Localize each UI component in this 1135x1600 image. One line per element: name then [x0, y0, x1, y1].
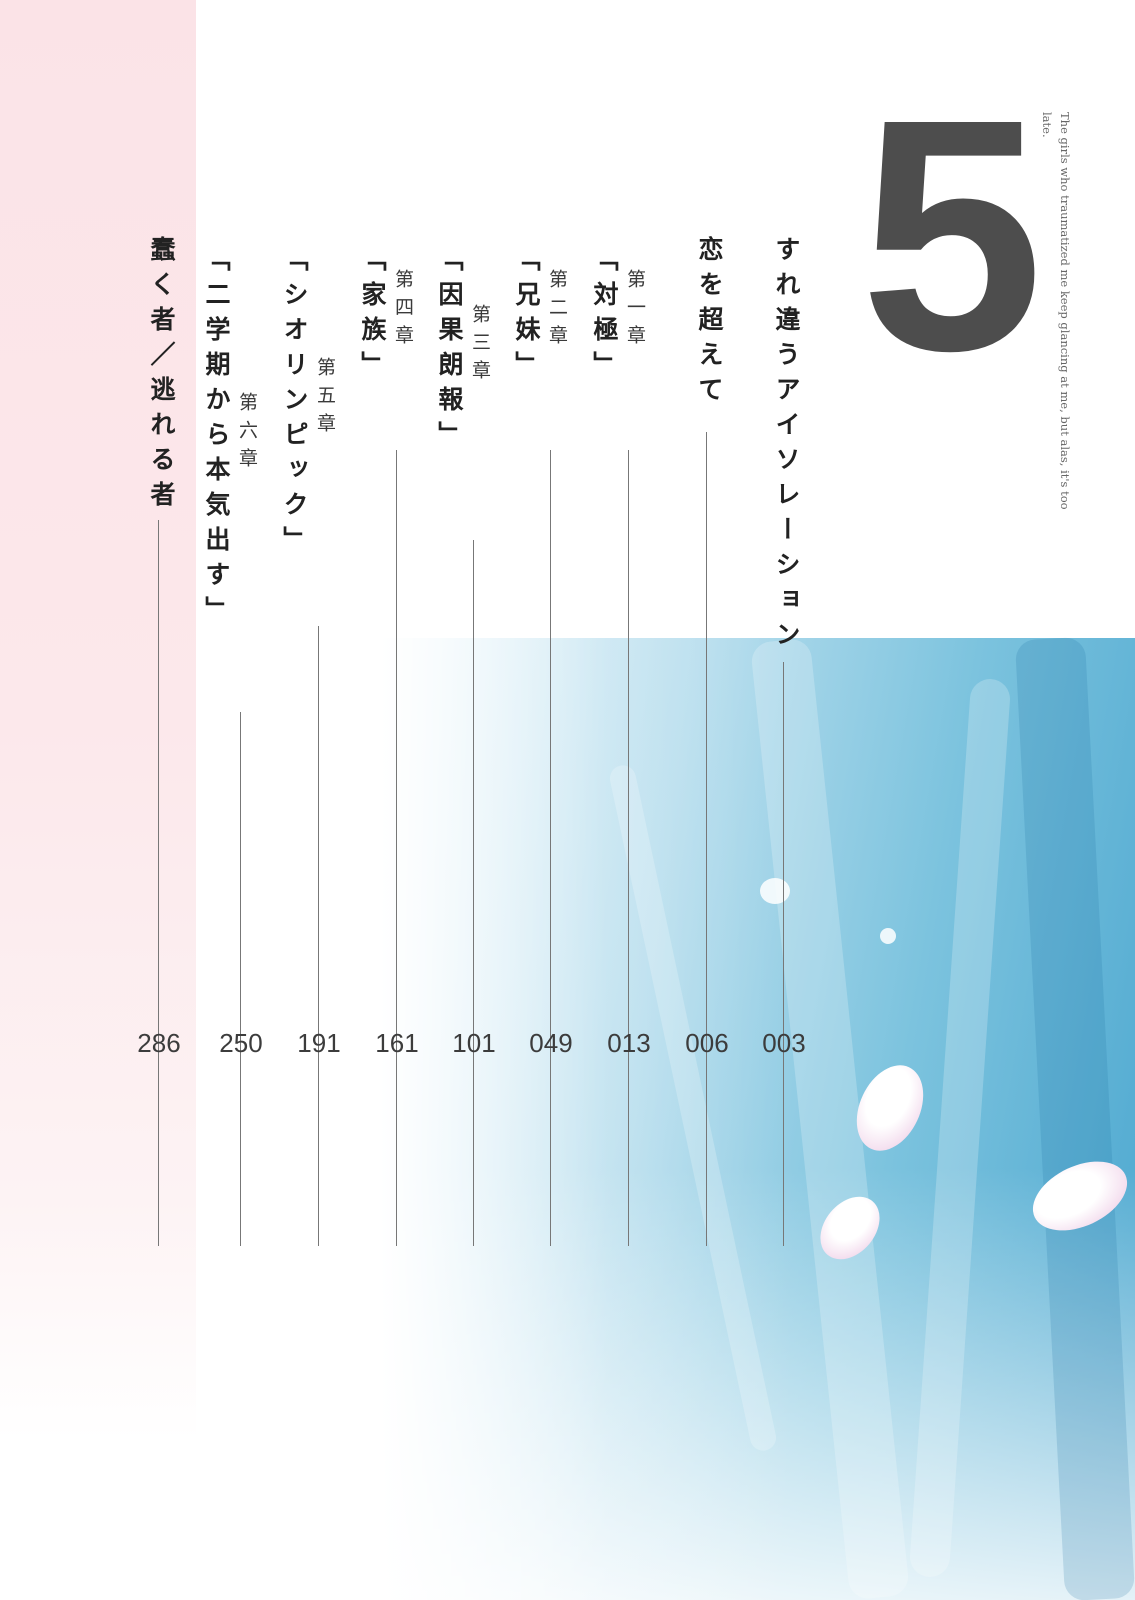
- leader-line: [473, 540, 474, 1246]
- page-number: 049: [529, 1028, 573, 1058]
- toc-entry[interactable]: 第六章 「二学期から本気出す」: [202, 236, 261, 1246]
- toc-entry[interactable]: 第二章 「兄妹」: [512, 236, 571, 1246]
- toc-title: 恋を超えて: [695, 236, 724, 411]
- chapter-label: 第四章: [392, 269, 414, 353]
- english-title: The girls who traumatized me keep glanci…: [1040, 112, 1072, 510]
- toc-title: 「二学期から本気出す」: [202, 246, 231, 631]
- toc-title: 「シオリンピック」: [280, 246, 309, 561]
- toc-title: 「家族」: [358, 246, 387, 386]
- chapter-label: 第一章: [624, 269, 646, 353]
- page-number: 013: [607, 1028, 651, 1058]
- leader-line: [628, 450, 629, 1246]
- chapter-label: 第二章: [546, 269, 568, 353]
- toc-title: 「兄妹」: [512, 246, 541, 386]
- leader-line: [706, 432, 707, 1246]
- page-number: 006: [685, 1028, 729, 1058]
- chapter-label: 第五章: [314, 356, 336, 441]
- page-number: 003: [762, 1028, 806, 1058]
- toc-entry[interactable]: 恋を超えて: [687, 236, 727, 1246]
- leader-line: [783, 662, 784, 1246]
- leader-line: [240, 712, 241, 1246]
- toc-entry[interactable]: 第三章 「因果朗報」: [435, 236, 494, 1246]
- toc-entry[interactable]: すれ違うアイソレーション: [764, 236, 804, 1246]
- toc-title: 蠢く者／逃れる者: [147, 236, 176, 516]
- toc-entry[interactable]: 蠢く者／逃れる者: [139, 236, 179, 1246]
- leader-line: [550, 450, 551, 1246]
- toc-entry[interactable]: 第五章 「シオリンピック」: [280, 236, 339, 1246]
- leader-line: [396, 450, 397, 1246]
- volume-number: 5: [860, 50, 1044, 419]
- page-number: 250: [219, 1028, 263, 1058]
- leader-line: [158, 520, 159, 1246]
- toc-page: 5 The girls who traumatized me keep glan…: [0, 0, 1135, 1600]
- toc-title: すれ違うアイソレーション: [772, 236, 801, 656]
- chapter-label: 第三章: [469, 304, 491, 388]
- toc-title: 「対極」: [590, 246, 619, 386]
- toc-entry[interactable]: 第四章 「家族」: [358, 236, 417, 1246]
- chapter-label: 第六章: [236, 391, 258, 476]
- page-number: 101: [452, 1028, 496, 1058]
- toc-entry[interactable]: 第一章 「対極」: [590, 236, 649, 1246]
- leader-line: [318, 626, 319, 1246]
- page-number: 286: [137, 1028, 181, 1058]
- page-number: 161: [375, 1028, 419, 1058]
- toc-title: 「因果朗報」: [435, 246, 464, 456]
- page-number: 191: [297, 1028, 341, 1058]
